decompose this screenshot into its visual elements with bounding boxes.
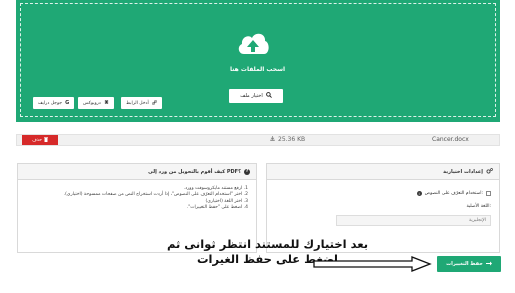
instruction-line-1: بعد اختيارك للمستند انتظر ثوانى ثم xyxy=(166,237,369,251)
help-step: 4. اضغط على "حفظ التغييرات". xyxy=(186,205,248,211)
help-steps: 1. ارفع مستند مايكروسوفت وورد. 2. اختر "… xyxy=(18,180,256,212)
google-drive-label: جوجل درايف xyxy=(38,100,63,106)
question-icon: ? xyxy=(244,168,250,175)
upload-title: اسحب الملفات هنا xyxy=(229,66,286,73)
dropbox-icon xyxy=(104,99,109,107)
choose-file-button[interactable]: اختيار ملف xyxy=(229,89,283,103)
ocr-checkbox[interactable] xyxy=(486,191,491,196)
file-name: Cancer.docx xyxy=(432,136,469,143)
download-icon xyxy=(270,136,275,143)
save-changes-label: حفظ التغييرات xyxy=(446,261,483,267)
settings-panel-header: إعدادات اختيارية xyxy=(267,164,499,180)
link-icon xyxy=(151,99,157,107)
choose-file-label: اختيار ملف xyxy=(240,93,263,99)
delete-label: حذف xyxy=(32,137,42,143)
google-drive-button[interactable]: جوجل درايف G xyxy=(33,97,75,109)
settings-title: إعدادات اختيارية xyxy=(443,168,483,175)
dropbox-button[interactable]: دروبوكس xyxy=(78,97,114,109)
file-row xyxy=(16,134,500,146)
url-label: أدخل الرابط xyxy=(126,100,149,106)
save-changes-button[interactable]: حفظ التغييرات xyxy=(437,256,501,272)
language-label-row: اللغة الأصلية: xyxy=(466,204,491,209)
info-icon[interactable]: i xyxy=(416,191,422,196)
search-icon xyxy=(265,92,272,100)
arrow-right-icon xyxy=(313,256,432,272)
gears-icon xyxy=(486,167,493,176)
google-icon: G xyxy=(65,100,70,106)
dropbox-label: دروبوكس xyxy=(83,100,101,106)
language-label: اللغة الأصلية: xyxy=(466,204,491,209)
help-title: كيف أقوم بالتحويل من ورد إلى PDF؟ xyxy=(148,168,241,175)
file-size: 25.36 KB xyxy=(270,136,305,143)
help-panel-header: كيف أقوم بالتحويل من ورد إلى PDF؟ ? xyxy=(18,164,256,180)
language-value: الإنجليزية xyxy=(469,218,486,223)
ocr-label: استخدام التعرّف على النصوص: xyxy=(424,191,483,196)
ocr-option[interactable]: i استخدام التعرّف على النصوص: xyxy=(416,191,491,196)
converter-page: اسحب الملفات هنا اختيار ملف جوجل درايف G… xyxy=(0,0,515,293)
trash-icon xyxy=(43,136,48,144)
arrow-icon xyxy=(485,261,492,268)
url-button[interactable]: أدخل الرابط xyxy=(121,97,162,109)
language-select[interactable]: الإنجليزية xyxy=(336,215,491,226)
delete-button[interactable]: حذف xyxy=(22,135,58,145)
file-size-value: 25.36 KB xyxy=(278,136,306,143)
cloud-upload-icon xyxy=(238,33,269,54)
